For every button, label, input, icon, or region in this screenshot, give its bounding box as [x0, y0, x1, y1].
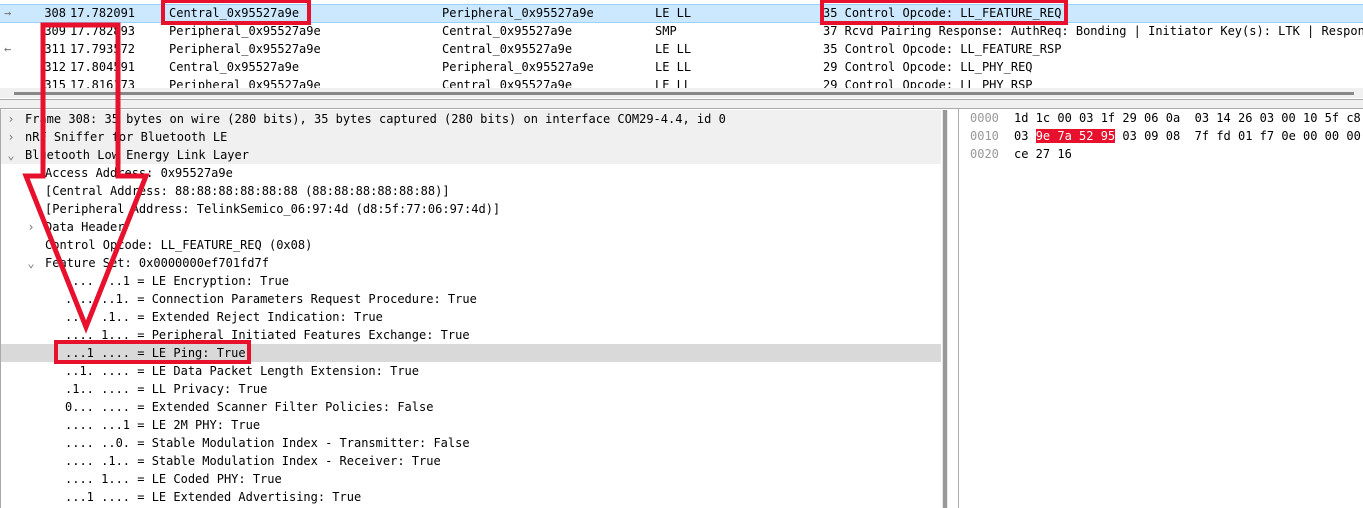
detail-tree-item[interactable]: ⌄ Feature Set: 0x0000000ef701fd7f: [1, 254, 941, 272]
detail-tree-item[interactable]: ...1 .... = LE Ping: True: [1, 344, 941, 362]
detail-tree-item[interactable]: › Data Header: [1, 218, 941, 236]
detail-tree-item[interactable]: ...1 .... = LE Extended Advertising: Tru…: [1, 488, 941, 506]
packet-destination: Peripheral_0x95527a9e: [442, 6, 594, 20]
packet-row[interactable]: ← 311 17.793572 Peripheral_0x95527a9e Centra…: [0, 40, 1363, 58]
detail-tree-item[interactable]: .... 1... = Peripheral Initiated Feature…: [1, 326, 941, 344]
detail-tree-item[interactable]: ⌄ Bluetooth Low Energy Link Layer: [1, 146, 941, 164]
packet-info: 37 Rcvd Pairing Response: AuthReq: Bondi…: [823, 24, 1363, 38]
packet-time: 17.793572: [70, 42, 136, 56]
packet-time: 17.804591: [70, 60, 136, 74]
bytes-hex-pre: 1d 1c 00 03 1f 29 06 0a 03 14 26 03 00 1…: [1014, 111, 1361, 125]
packet-source: Central_0x95527a9e: [169, 6, 300, 20]
detail-tree-label: .... ...1 = LE 2M PHY: True: [65, 418, 261, 432]
packet-destination: Central_0x95527a9e: [442, 24, 573, 38]
detail-tree-item[interactable]: .... ...1 = LE 2M PHY: True: [1, 416, 941, 434]
detail-tree-item[interactable]: .... .1.. = Stable Modulation Index - Re…: [1, 452, 941, 470]
detail-tree-label: .... ...1 = LE Encryption: True: [65, 274, 289, 288]
scrollbar-thumb[interactable]: [14, 92, 1354, 95]
packet-list-horizontal-scrollbar[interactable]: [0, 88, 1363, 98]
detail-tree-item[interactable]: .... ...1 = LE Encryption: True: [1, 272, 941, 290]
detail-tree-item[interactable]: [Central Address: 88:88:88:88:88:88 (88:…: [1, 182, 941, 200]
packet-info: 29 Control Opcode: LL_PHY_REQ: [823, 60, 1033, 74]
detail-tree-label: ..1. .... = LE Data Packet Length Extens…: [65, 364, 420, 378]
detail-tree-label: Feature Set: 0x0000000ef701fd7f: [45, 256, 269, 270]
detail-tree-item[interactable]: › nRF Sniffer for Bluetooth LE: [1, 128, 941, 146]
packet-time: 17.782091: [70, 6, 136, 20]
packet-source: Peripheral_0x95527a9e: [169, 24, 321, 38]
bytes-hex-pre: 03: [1014, 129, 1036, 143]
packet-row[interactable]: 309 17.782893 Peripheral_0x95527a9e Central…: [0, 22, 1363, 40]
chevron-right-icon[interactable]: ›: [25, 218, 37, 236]
detail-tree-label: Frame 308: 35 bytes on wire (280 bits), …: [25, 112, 726, 126]
detail-tree-item[interactable]: ..1. .... = LE Data Packet Length Extens…: [1, 362, 941, 380]
detail-tree-label: .1.. .... = LL Privacy: True: [65, 382, 268, 396]
packet-list[interactable]: → 308 17.782091 Central_0x95527a9e Periphera…: [0, 0, 1363, 90]
packet-protocol: LE LL: [655, 42, 692, 56]
chevron-right-icon[interactable]: ›: [5, 110, 17, 128]
packet-number: 308: [44, 6, 66, 20]
bytes-hex: 03 9e 7a 52 95 03 09 08 7f fd 01 f7 0e 0…: [1014, 128, 1361, 144]
bytes-hex: ce 27 16: [1014, 146, 1072, 162]
detail-tree-label: .... .1.. = Extended Reject Indication: …: [65, 310, 383, 324]
packet-protocol: SMP: [655, 24, 677, 38]
chevron-right-icon[interactable]: ›: [5, 128, 17, 146]
chevron-down-icon[interactable]: ⌄: [5, 146, 17, 164]
packet-protocol: LE LL: [655, 60, 692, 74]
detail-tree-label: .... ..0. = Stable Modulation Index - Tr…: [65, 436, 470, 450]
detail-tree-item[interactable]: .... ..0. = Stable Modulation Index - Tr…: [1, 434, 941, 452]
scrollbar-thumb[interactable]: [943, 110, 947, 508]
detail-tree-item[interactable]: .... 1... = LE Coded PHY: True: [1, 470, 941, 488]
detail-tree-item[interactable]: .... ..1. = Connection Parameters Reques…: [1, 290, 941, 308]
detail-tree-label: .... .1.. = Stable Modulation Index - Re…: [65, 454, 441, 468]
bytes-hex: 1d 1c 00 03 1f 29 06 0a 03 14 26 03 00 1…: [1014, 110, 1361, 126]
detail-tree-label: Bluetooth Low Energy Link Layer: [25, 148, 249, 162]
detail-tree-label: Data Header: [45, 220, 125, 234]
detail-tree-label: .... 1... = Peripheral Initiated Feature…: [65, 328, 470, 342]
bytes-hex-highlighted: 9e 7a 52 95: [1035, 129, 1116, 143]
packet-details-tree[interactable]: › Frame 308: 35 bytes on wire (280 bits),…: [0, 108, 951, 508]
bytes-offset: 0010: [970, 129, 999, 143]
detail-tree-item[interactable]: 0... .... = Extended Scanner Filter Poli…: [1, 398, 941, 416]
detail-tree-label: [Peripheral Address: TelinkSemico_06:97:…: [45, 202, 501, 216]
details-vertical-scrollbar[interactable]: [942, 110, 948, 508]
packet-number: 309: [44, 24, 66, 38]
packet-number: 311: [44, 42, 66, 56]
detail-tree-item[interactable]: Control Opcode: LL_FEATURE_REQ (0x08): [1, 236, 941, 254]
detail-tree-item[interactable]: › Frame 308: 35 bytes on wire (280 bits),…: [1, 110, 941, 128]
bytes-hex-pre: ce 27 16: [1014, 147, 1072, 161]
detail-tree-item[interactable]: Access Address: 0x95527a9e: [1, 164, 941, 182]
detail-tree-label: ...1 .... = LE Extended Advertising: Tru…: [65, 490, 362, 504]
detail-tree-label: Access Address: 0x95527a9e: [45, 166, 233, 180]
detail-tree-label: 0... .... = Extended Scanner Filter Poli…: [65, 400, 434, 414]
packet-time: 17.782893: [70, 24, 136, 38]
detail-tree-label: ...1 .... = LE Ping: True: [65, 346, 246, 360]
packet-destination: Peripheral_0x95527a9e: [442, 60, 594, 74]
detail-tree-label: .... 1... = LE Coded PHY: True: [65, 472, 282, 486]
bytes-hex-post: 03 09 08 7f fd 01 f7 0e 00 00 00: [1115, 129, 1361, 143]
packet-bytes-pane: 0000 1d 1c 00 03 1f 29 06 0a 03 14 26 03 …: [958, 108, 1363, 508]
packet-destination: Central_0x95527a9e: [442, 42, 573, 56]
detail-tree-item[interactable]: .... .1.. = Extended Reject Indication: …: [1, 308, 941, 326]
packet-info: 35 Control Opcode: LL_FEATURE_REQ: [823, 6, 1062, 20]
packet-row[interactable]: 312 17.804591 Central_0x95527a9e Peripheral…: [0, 58, 1363, 76]
detail-tree-label: [Central Address: 88:88:88:88:88:88 (88:…: [45, 184, 450, 198]
packet-row[interactable]: → 308 17.782091 Central_0x95527a9e Periphera…: [0, 4, 1363, 23]
packet-source: Central_0x95527a9e: [169, 60, 300, 74]
detail-tree-label: .... ..1. = Connection Parameters Reques…: [65, 292, 477, 306]
detail-tree-item[interactable]: .1.. .... = LL Privacy: True: [1, 380, 941, 398]
bytes-offset: 0000: [970, 111, 999, 125]
detail-tree-label: Control Opcode: LL_FEATURE_REQ (0x08): [45, 238, 313, 252]
detail-tree-label: nRF Sniffer for Bluetooth LE: [25, 130, 228, 144]
packet-protocol: LE LL: [655, 6, 692, 20]
packet-number: 312: [44, 60, 66, 74]
packet-info: 35 Control Opcode: LL_FEATURE_RSP: [823, 42, 1062, 56]
detail-tree-item[interactable]: [Peripheral Address: TelinkSemico_06:97:…: [1, 200, 941, 218]
chevron-down-icon[interactable]: ⌄: [25, 254, 37, 272]
packet-source: Peripheral_0x95527a9e: [169, 42, 321, 56]
bytes-offset: 0020: [970, 147, 999, 161]
